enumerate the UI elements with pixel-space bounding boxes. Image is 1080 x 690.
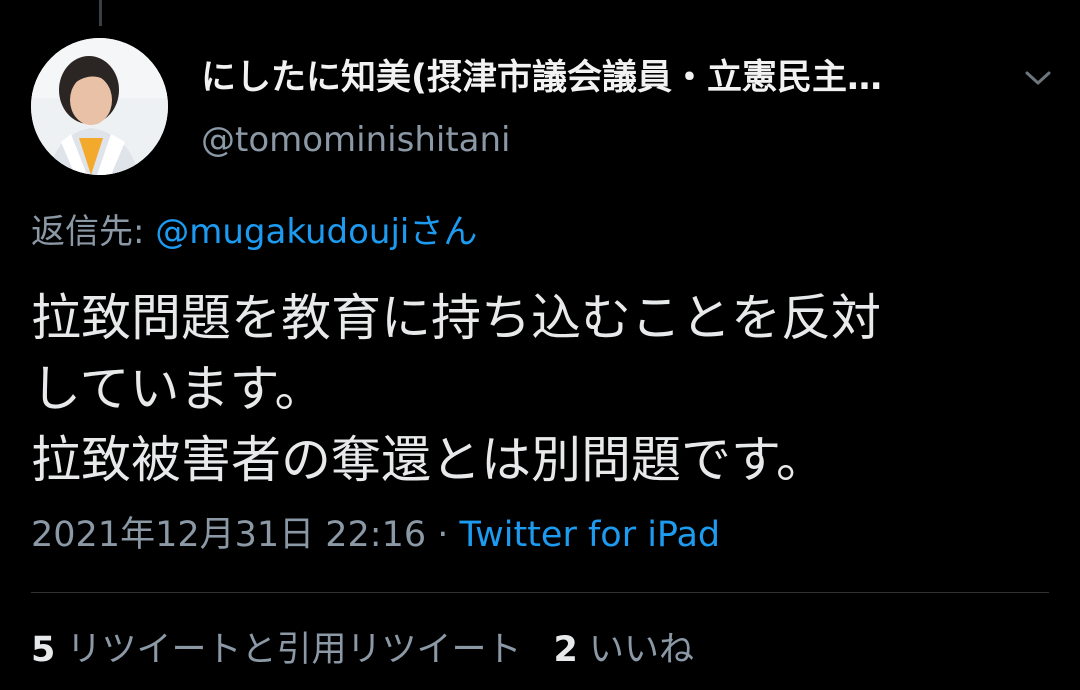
likes-stat[interactable]: 2 いいね (554, 624, 695, 676)
retweets-stat[interactable]: 5 リツイートと引用リツイート (31, 624, 522, 676)
thread-connector-line (99, 0, 102, 26)
more-options-button[interactable] (1016, 58, 1060, 98)
author-handle[interactable]: @tomominishitani (201, 116, 511, 164)
meta-separator: · (426, 515, 460, 555)
tweet-stats: 5 リツイートと引用リツイート 2 いいね (31, 624, 694, 676)
avatar[interactable] (31, 38, 168, 175)
author-name[interactable]: にしたに知美(摂津市議会議員・立憲民主… (201, 54, 1001, 102)
tweet-text: 拉致問題を教育に持ち込むことを反対 しています。 拉致被害者の奪還とは別問題です… (31, 283, 1051, 496)
likes-label: いいね (589, 630, 695, 670)
profile-photo-icon (31, 38, 168, 175)
tweet-text-line: 拉致被害者の奪還とは別問題です。 (31, 431, 826, 489)
tweet-meta: 2021年12月31日 22:16 · Twitter for iPad (31, 508, 720, 562)
chevron-down-icon (1025, 71, 1051, 85)
retweets-label: リツイートと引用リツイート (66, 630, 522, 670)
divider (31, 592, 1049, 593)
reply-prefix: 返信先: (31, 212, 156, 252)
retweets-count: 5 (31, 630, 56, 670)
tweet-timestamp[interactable]: 2021年12月31日 22:16 (31, 515, 426, 555)
reply-mention-link[interactable]: @mugakudoujiさん (155, 212, 477, 252)
likes-count: 2 (553, 630, 578, 670)
tweet-text-line: 拉致問題を教育に持ち込むことを反対 (31, 289, 881, 347)
tweet-source-link[interactable]: Twitter for iPad (460, 515, 721, 555)
tweet-text-line: しています。 (31, 360, 325, 418)
reply-context: 返信先: @mugakudoujiさん (31, 207, 477, 257)
